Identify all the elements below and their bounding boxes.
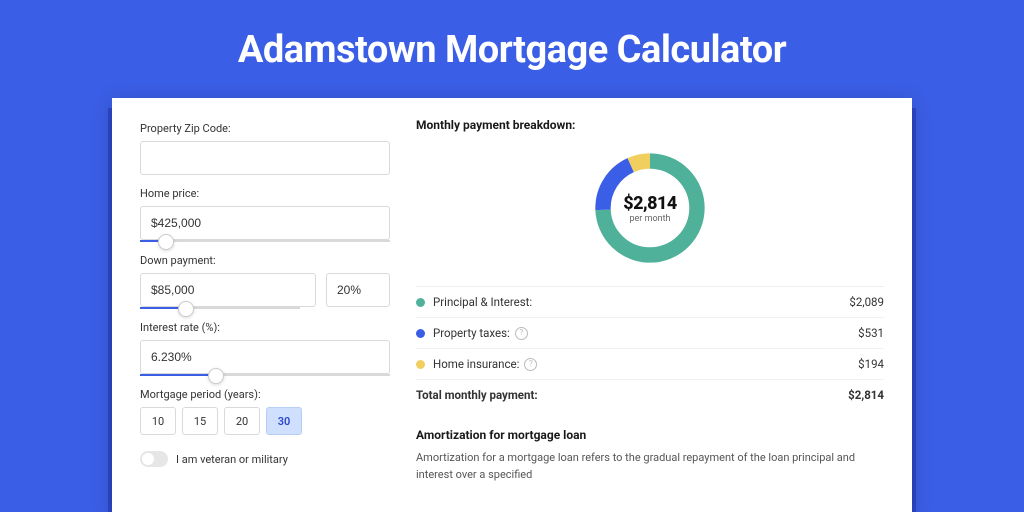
form-column: Property Zip Code: Home price: Down paym… — [140, 118, 390, 498]
legend-total-label: Total monthly payment: — [416, 388, 848, 402]
legend-label: Property taxes:? — [433, 326, 858, 340]
legend-label: Principal & Interest: — [433, 295, 849, 309]
legend-dot — [416, 298, 425, 307]
interest-input[interactable] — [140, 340, 390, 374]
breakdown-title: Monthly payment breakdown: — [416, 118, 884, 132]
info-icon[interactable]: ? — [515, 327, 528, 340]
slider-thumb[interactable] — [178, 301, 194, 317]
period-btn-30[interactable]: 30 — [266, 407, 302, 435]
label-interest: Interest rate (%): — [140, 321, 390, 334]
down-payment-pct-input[interactable] — [326, 273, 390, 307]
legend-dot — [416, 329, 425, 338]
zip-input[interactable] — [140, 141, 390, 175]
label-veteran: I am veteran or military — [176, 453, 288, 466]
legend-value: $2,089 — [849, 295, 884, 309]
label-home-price: Home price: — [140, 187, 390, 200]
period-btn-10[interactable]: 10 — [140, 407, 176, 435]
slider-thumb[interactable] — [208, 368, 224, 384]
home-price-slider[interactable] — [140, 240, 390, 242]
legend-dot — [416, 360, 425, 369]
legend-total-row: Total monthly payment:$2,814 — [416, 380, 884, 410]
amort-body: Amortization for a mortgage loan refers … — [416, 450, 884, 483]
page-title: Adamstown Mortgage Calculator — [0, 0, 1024, 98]
slider-thumb[interactable] — [158, 234, 174, 250]
down-payment-slider[interactable] — [140, 307, 300, 309]
interest-slider[interactable] — [140, 374, 390, 376]
legend: Principal & Interest:$2,089Property taxe… — [416, 286, 884, 410]
down-payment-input[interactable] — [140, 273, 316, 307]
legend-value: $531 — [858, 326, 884, 340]
calculator-card: Property Zip Code: Home price: Down paym… — [112, 98, 912, 512]
veteran-toggle[interactable] — [140, 451, 168, 467]
label-down-payment: Down payment: — [140, 254, 390, 267]
home-price-input[interactable] — [140, 206, 390, 240]
period-btn-15[interactable]: 15 — [182, 407, 218, 435]
period-segmented: 10152030 — [140, 407, 390, 435]
legend-value: $194 — [858, 357, 884, 371]
breakdown-column: Monthly payment breakdown: $2,814 per mo… — [416, 118, 884, 498]
period-btn-20[interactable]: 20 — [224, 407, 260, 435]
donut-total: $2,814 — [623, 193, 677, 214]
legend-row: Home insurance:?$194 — [416, 349, 884, 380]
legend-label: Home insurance:? — [433, 357, 858, 371]
info-icon[interactable]: ? — [524, 358, 537, 371]
legend-row: Property taxes:?$531 — [416, 318, 884, 349]
label-zip: Property Zip Code: — [140, 122, 390, 135]
amort-title: Amortization for mortgage loan — [416, 428, 884, 442]
legend-row: Principal & Interest:$2,089 — [416, 287, 884, 318]
donut-sub: per month — [629, 214, 670, 224]
donut-chart: $2,814 per month — [588, 146, 712, 270]
label-period: Mortgage period (years): — [140, 388, 390, 401]
legend-total-value: $2,814 — [848, 388, 884, 402]
